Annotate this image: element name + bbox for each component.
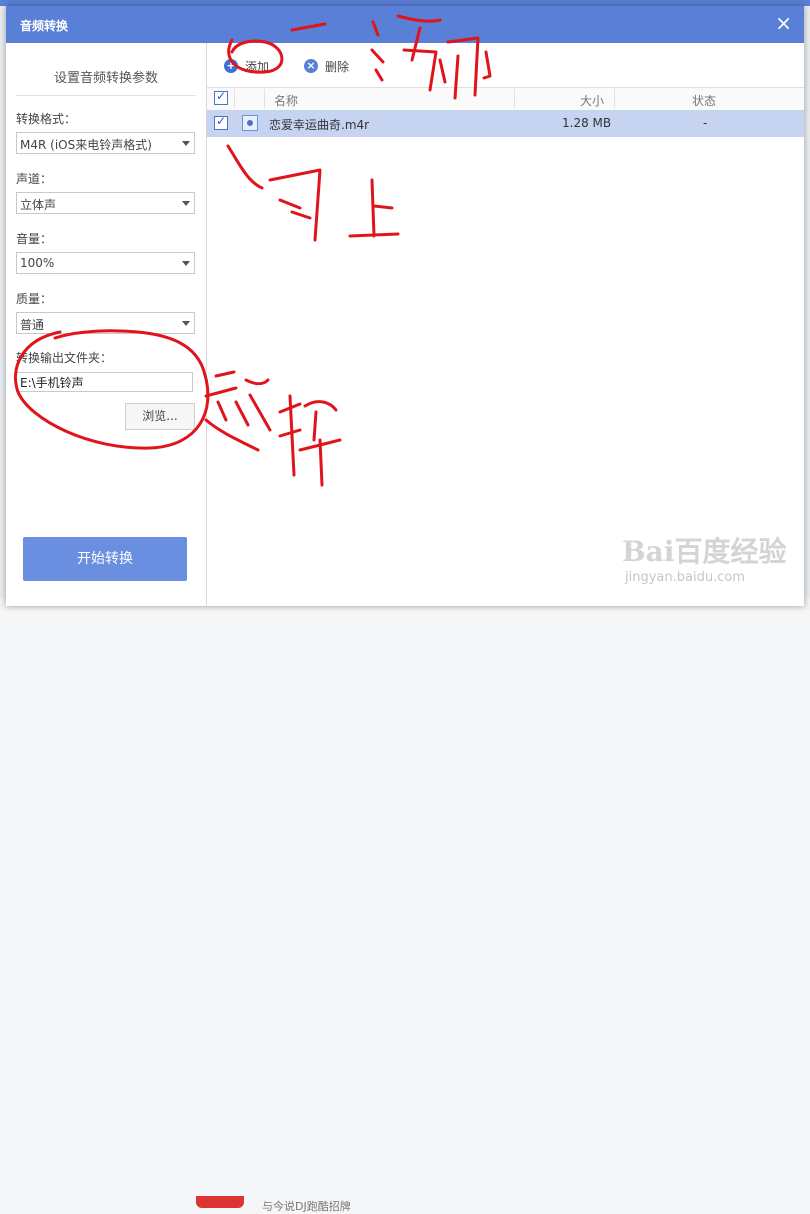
settings-divider xyxy=(16,95,196,96)
background-app-icon xyxy=(196,1196,244,1208)
column-header-size[interactable]: 大小 xyxy=(580,92,604,109)
audio-convert-dialog: 音频转换 × 设置音频转换参数 转换格式： M4R (iOS来电铃声格式) 声道… xyxy=(6,6,804,606)
chevron-down-icon xyxy=(182,321,190,326)
delete-label: 删除 xyxy=(325,59,350,74)
quality-label: 质量： xyxy=(16,292,53,306)
column-divider xyxy=(234,89,235,108)
settings-panel: 设置音频转换参数 转换格式： M4R (iOS来电铃声格式) 声道： 立体声 音… xyxy=(6,43,207,606)
quality-select[interactable]: 普通 xyxy=(16,312,195,334)
channel-select[interactable]: 立体声 xyxy=(16,192,195,214)
column-header-status[interactable]: 状态 xyxy=(692,92,716,109)
quality-value: 普通 xyxy=(20,318,45,332)
column-header-name[interactable]: 名称 xyxy=(274,92,298,109)
format-select[interactable]: M4R (iOS来电铃声格式) xyxy=(16,132,195,154)
file-toolbar: + 添加 × 删除 xyxy=(207,43,804,87)
table-header: ✓ 名称 大小 状态 xyxy=(207,87,804,111)
volume-select[interactable]: 100% xyxy=(16,252,195,274)
column-divider xyxy=(614,89,615,108)
dialog-titlebar: 音频转换 × xyxy=(6,6,804,43)
column-divider xyxy=(514,89,515,108)
baidu-watermark: Bai百度经验 jingyan.baidu.com xyxy=(622,530,787,585)
volume-label: 音量： xyxy=(16,232,53,246)
add-label: 添加 xyxy=(245,59,270,74)
chevron-down-icon xyxy=(182,261,190,266)
chevron-down-icon xyxy=(182,201,190,206)
channel-label: 声道： xyxy=(16,172,53,186)
output-folder-input[interactable] xyxy=(16,372,193,392)
table-row[interactable]: ✓ 恋爱幸运曲奇.m4r 1.28 MB - xyxy=(207,110,804,137)
check-icon: ✓ xyxy=(216,114,227,128)
file-name: 恋爱幸运曲奇.m4r xyxy=(269,118,370,132)
select-all-checkbox[interactable]: ✓ xyxy=(214,89,228,105)
delete-icon: × xyxy=(304,59,318,73)
format-label: 转换格式： xyxy=(16,112,77,126)
output-folder-label: 转换输出文件夹： xyxy=(16,351,113,365)
dialog-title: 音频转换 xyxy=(20,19,69,33)
file-panel: + 添加 × 删除 ✓ 名称 大小 状态 ✓ 恋爱幸运曲奇.m4r 1.28 M… xyxy=(207,43,804,606)
add-icon: + xyxy=(224,59,238,73)
volume-value: 100% xyxy=(20,256,55,270)
delete-button[interactable]: × 删除 xyxy=(304,57,349,75)
row-checkbox[interactable]: ✓ xyxy=(214,114,228,130)
chevron-down-icon xyxy=(182,141,190,146)
file-size: 1.28 MB xyxy=(562,116,612,130)
browse-button[interactable]: 浏览... xyxy=(125,403,195,430)
add-button[interactable]: + 添加 xyxy=(224,57,269,75)
channel-value: 立体声 xyxy=(20,198,57,212)
background-app-text: 与今说DJ跑酷招牌 xyxy=(262,1200,351,1213)
file-status: - xyxy=(703,116,708,130)
audio-file-icon xyxy=(242,115,258,131)
start-convert-button[interactable]: 开始转换 xyxy=(23,537,187,581)
column-divider xyxy=(264,89,265,108)
watermark-url: jingyan.baidu.com xyxy=(625,570,745,585)
close-icon[interactable]: × xyxy=(775,13,792,33)
watermark-logo: Bai百度经验 xyxy=(622,535,787,568)
check-icon: ✓ xyxy=(216,89,227,103)
settings-heading: 设置音频转换参数 xyxy=(53,71,158,86)
format-value: M4R (iOS来电铃声格式) xyxy=(20,138,152,152)
